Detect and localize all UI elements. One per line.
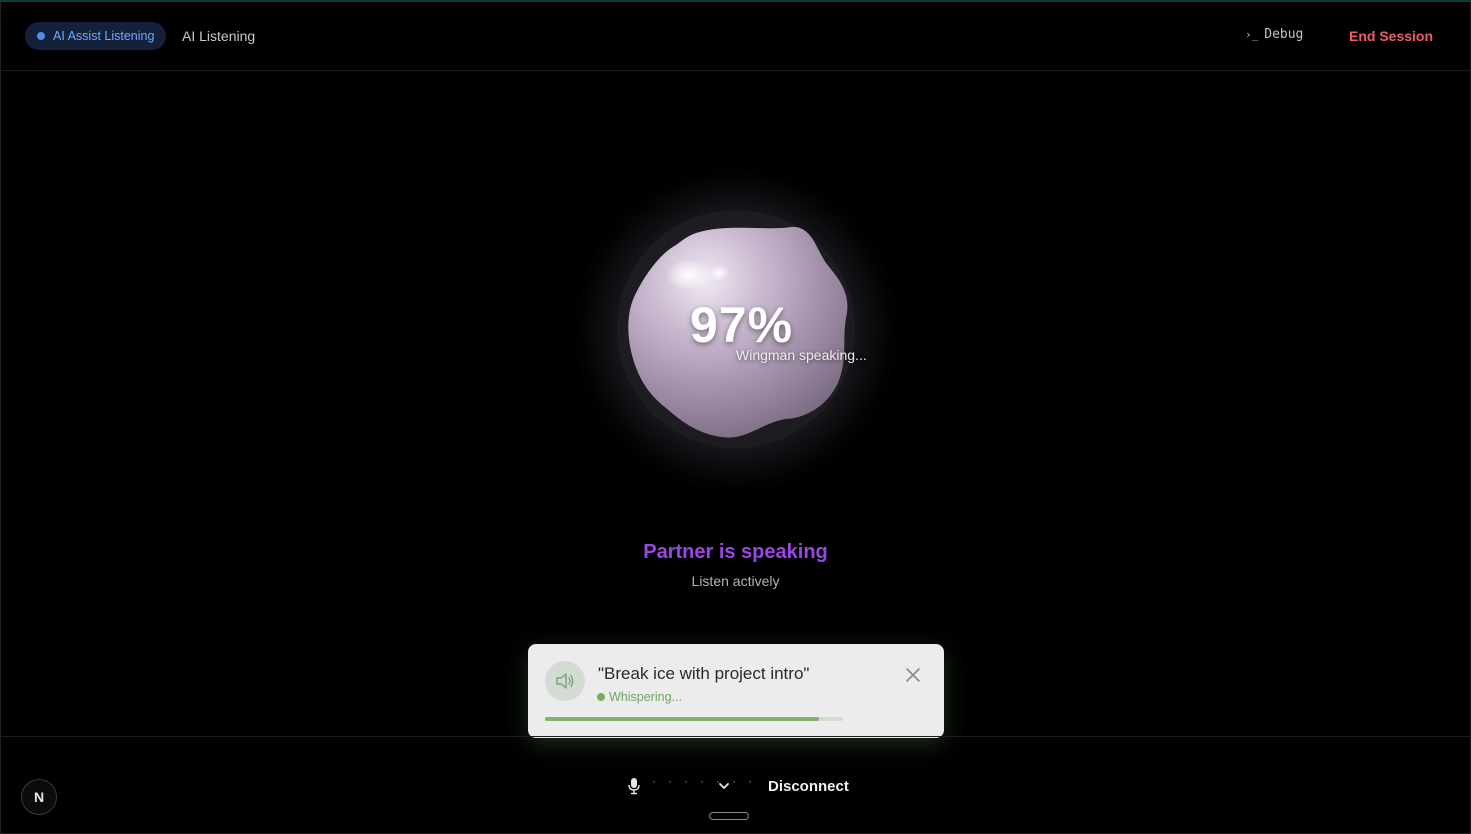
orb-status-text: Wingman speaking... [736, 347, 867, 363]
app-logo-button[interactable]: N [21, 779, 57, 815]
listening-dot-icon [37, 32, 45, 40]
whisper-suggestion-card: "Break ice with project intro" Whisperin… [528, 644, 944, 738]
partner-status-title: Partner is speaking [643, 541, 828, 563]
ai-assist-label: AI Assist Listening [53, 29, 155, 43]
home-indicator [709, 812, 749, 820]
whisper-progress-fill [545, 717, 820, 721]
microphone-icon[interactable] [627, 777, 641, 795]
speaker-icon [545, 661, 585, 701]
terminal-icon: ›_ [1245, 28, 1259, 41]
header-bar: AI Assist Listening AI Listening ›_ Debu… [0, 2, 1471, 71]
whisper-progress-track [545, 717, 843, 721]
match-percentage: 97% [690, 297, 794, 353]
disconnect-button[interactable]: Disconnect [768, 778, 849, 795]
end-session-button[interactable]: End Session [1349, 28, 1433, 44]
mode-label: AI Listening [182, 28, 256, 44]
whisper-quote: "Break ice with project intro" [598, 664, 810, 683]
whisper-status-label: Whispering... [609, 690, 682, 704]
whisper-status-dot-icon [597, 693, 605, 701]
debug-button[interactable]: ›_ Debug [1245, 27, 1303, 42]
whisper-status: Whispering... [597, 690, 682, 704]
bottom-control-bar: N · · · · · · · Disconnect [0, 736, 1471, 834]
ai-assist-status-pill[interactable]: AI Assist Listening [25, 22, 167, 50]
close-icon[interactable] [904, 666, 922, 684]
partner-status-subtitle: Listen actively [691, 573, 780, 589]
chevron-down-icon[interactable] [717, 779, 731, 793]
debug-label: Debug [1264, 27, 1304, 42]
mic-level-meter: · · · · · · · [651, 777, 756, 788]
logo-letter: N [33, 789, 45, 805]
